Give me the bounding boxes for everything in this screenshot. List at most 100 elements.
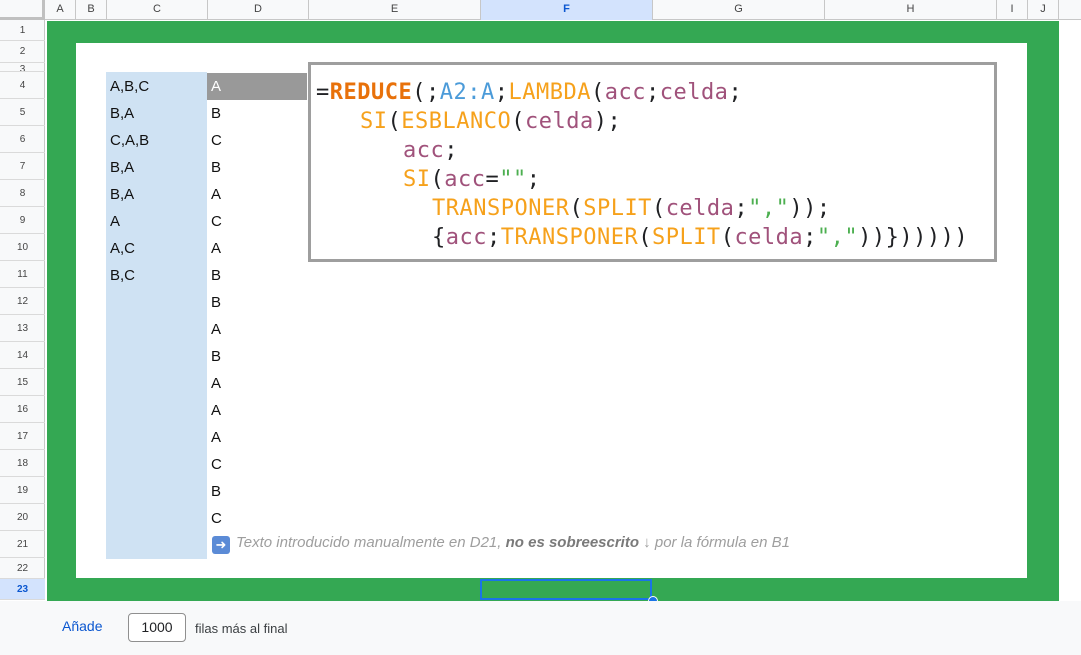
cell-d20[interactable]: C [211, 505, 222, 532]
cell-c7[interactable]: B,A [110, 154, 134, 181]
formula-token: (; [412, 80, 440, 105]
formula-token: ; [494, 80, 509, 105]
formula-text-box[interactable]: =REDUCE(;A2:A;LAMBDA(acc;celda; SI(ESBLA… [308, 62, 997, 262]
cell-d8[interactable]: A [211, 181, 221, 208]
cell-d16[interactable]: A [211, 397, 221, 424]
formula-token: celda [665, 196, 735, 221]
formula-token: acc [444, 167, 486, 192]
formula-token: acc [604, 80, 646, 105]
formula-token: celda [659, 80, 729, 105]
column-header-i[interactable]: I [997, 0, 1028, 20]
note-text: Texto introducido manualmente en D21, [236, 534, 506, 551]
formula-line-3: acc; [403, 136, 458, 165]
formula-token: REDUCE [329, 80, 413, 105]
cell-c11[interactable]: B,C [110, 262, 135, 289]
formula-token: ( [430, 167, 445, 192]
row-header-4[interactable]: 4 [0, 72, 45, 99]
column-header-f[interactable]: F [481, 0, 653, 20]
cell-d5[interactable]: B [211, 100, 221, 127]
row-header-19[interactable]: 19 [0, 477, 45, 504]
cell-c8[interactable]: B,A [110, 181, 134, 208]
column-header-j[interactable]: J [1028, 0, 1059, 20]
row-header-16[interactable]: 16 [0, 396, 45, 423]
formula-token: ( [569, 196, 584, 221]
rows-count-input[interactable]: 1000 [128, 613, 186, 642]
row-header-21[interactable]: 21 [0, 531, 45, 558]
column-header-c[interactable]: C [107, 0, 208, 20]
formula-token: A2:A [439, 80, 495, 105]
formula-token: SI [403, 167, 431, 192]
formula-line-2: SI(ESBLANCO(celda); [360, 107, 621, 136]
spreadsheet: A,B,C B,A C,A,B B,A B,A A A,C B,C A B C … [0, 0, 1081, 655]
row-header-8[interactable]: 8 [0, 180, 45, 207]
column-header-a[interactable]: A [45, 0, 76, 20]
cell-d10[interactable]: A [211, 235, 221, 262]
select-all-corner[interactable] [0, 0, 45, 20]
formula-line-1: =REDUCE(;A2:A;LAMBDA(acc;celda; [316, 78, 742, 107]
formula-token: SPLIT [651, 225, 721, 250]
column-header: A B C D E F G H I J [0, 0, 1081, 20]
cell-d9[interactable]: C [211, 208, 222, 235]
formula-token: ; [487, 225, 501, 250]
row-header-17[interactable]: 17 [0, 423, 45, 450]
formula-line-5: TRANSPONER(SPLIT(celda;",")); [432, 194, 831, 223]
formula-token: acc [445, 225, 487, 250]
row-header-14[interactable]: 14 [0, 342, 45, 369]
cell-c9[interactable]: A [110, 208, 120, 235]
cell-d13[interactable]: A [211, 316, 221, 343]
cell-d21-note[interactable]: ➜ Texto introducido manualmente en D21, n… [212, 534, 790, 554]
formula-token: ; [803, 225, 817, 250]
column-header-b[interactable]: B [76, 0, 107, 20]
row-header-5[interactable]: 5 [0, 99, 45, 126]
row-header-6[interactable]: 6 [0, 126, 45, 153]
cell-d6[interactable]: C [211, 127, 222, 154]
row-header-23[interactable]: 23 [0, 579, 45, 600]
note-bold-text: no es sobreescrito [505, 534, 640, 551]
cell-d19[interactable]: B [211, 478, 221, 505]
column-header-g[interactable]: G [653, 0, 825, 20]
formula-token: ( [638, 225, 652, 250]
row-header-10[interactable]: 10 [0, 234, 45, 261]
cell-d4-value: A [211, 78, 222, 95]
formula-line-6: {acc;TRANSPONER(SPLIT(celda;","))}))))) [432, 223, 968, 252]
row-header-20[interactable]: 20 [0, 504, 45, 531]
formula-token: ; [645, 80, 660, 105]
row-header-12[interactable]: 12 [0, 288, 45, 315]
cell-c6[interactable]: C,A,B [110, 127, 149, 154]
row-header-11[interactable]: 11 [0, 261, 45, 288]
formula-token: ( [651, 196, 666, 221]
row-header-7[interactable]: 7 [0, 153, 45, 180]
cell-c4[interactable]: A,B,C [110, 73, 149, 100]
cell-d18[interactable]: C [211, 451, 222, 478]
add-rows-button[interactable]: Añade [62, 618, 102, 634]
formula-line-4: SI(acc=""; [403, 165, 541, 194]
cell-d15[interactable]: A [211, 370, 221, 397]
row-header-15[interactable]: 15 [0, 369, 45, 396]
row-header-22[interactable]: 22 [0, 558, 45, 579]
formula-token: TRANSPONER [500, 225, 639, 250]
selected-cell-f23[interactable] [480, 579, 652, 600]
row-header-1[interactable]: 1 [0, 20, 45, 41]
row-header-13[interactable]: 13 [0, 315, 45, 342]
row-header-9[interactable]: 9 [0, 207, 45, 234]
cell-c10[interactable]: A,C [110, 235, 135, 262]
column-header-e[interactable]: E [309, 0, 481, 20]
cell-c5[interactable]: B,A [110, 100, 134, 127]
arrow-right-icon: ➜ [212, 536, 230, 554]
formula-token: ESBLANCO [401, 109, 512, 134]
cell-d14[interactable]: B [211, 343, 221, 370]
row-header-18[interactable]: 18 [0, 450, 45, 477]
cell-d11[interactable]: B [211, 262, 221, 289]
cell-d7[interactable]: B [211, 154, 221, 181]
row-header-2[interactable]: 2 [0, 41, 45, 63]
formula-token: "," [816, 225, 859, 250]
column-header-h[interactable]: H [825, 0, 997, 20]
row-header: 1 2 3 4 5 6 7 8 9 10 11 12 13 14 15 16 1… [0, 20, 45, 600]
cell-d12[interactable]: B [211, 289, 221, 316]
column-header-d[interactable]: D [208, 0, 309, 20]
cell-d4[interactable]: A [207, 73, 307, 100]
cell-d17[interactable]: A [211, 424, 221, 451]
formula-token: acc [403, 138, 445, 163]
row-header-3[interactable]: 3 [0, 63, 45, 72]
formula-token: ( [720, 225, 735, 250]
